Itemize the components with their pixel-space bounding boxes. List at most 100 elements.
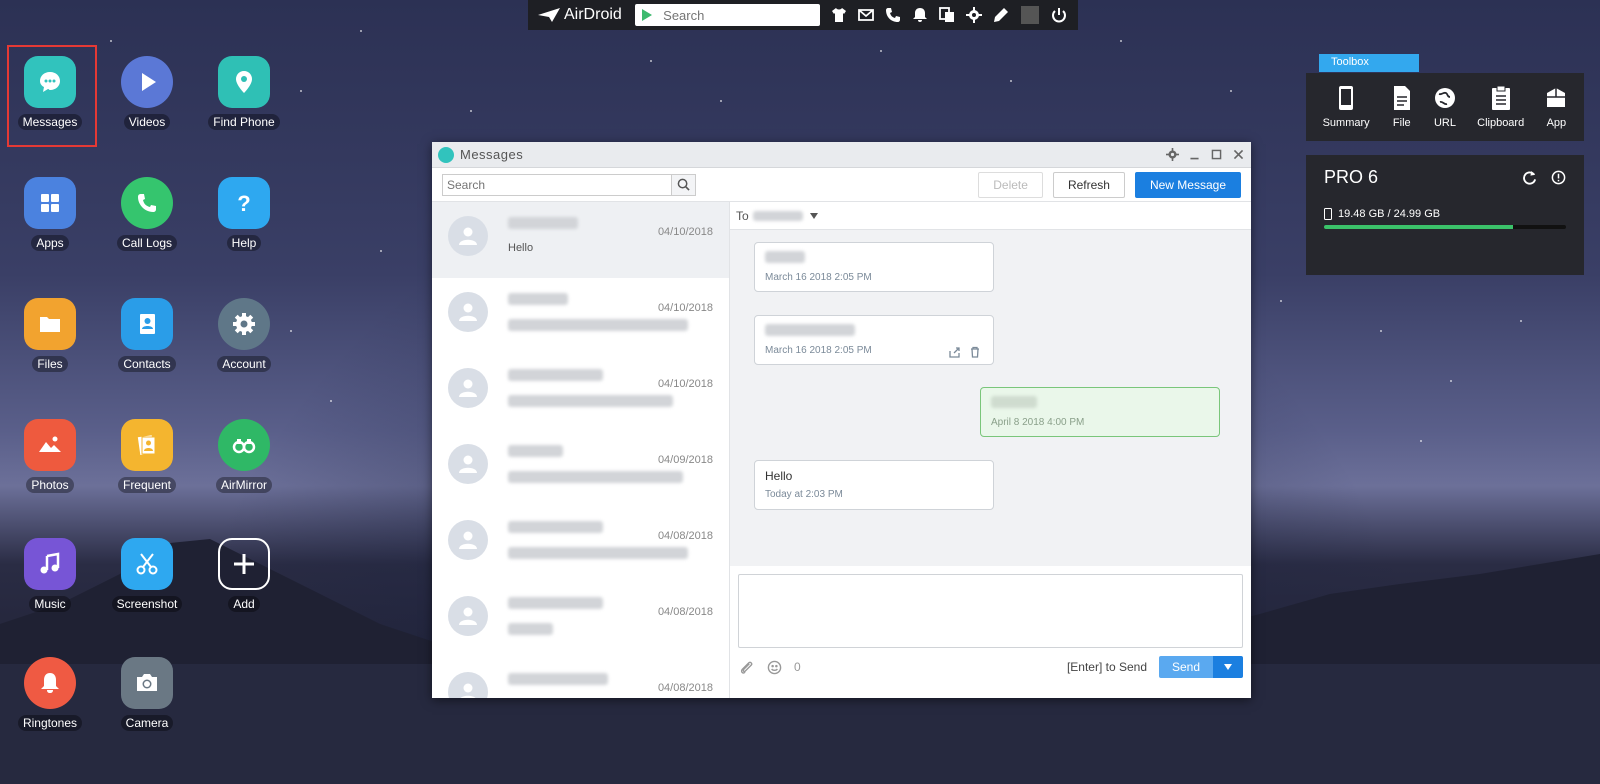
storage-text: 19.48 GB / 24.99 GB [1338,208,1441,220]
app-add[interactable]: Add [196,528,292,628]
top-search-input[interactable] [663,7,814,23]
message-input[interactable] [738,574,1243,648]
message-bubble-outgoing[interactable]: April 8 2018 4:00 PM [980,387,1220,437]
contacts-icon [121,298,173,350]
app-apps[interactable]: Apps [2,167,98,267]
message-bubble-incoming[interactable]: Hello Today at 2:03 PM [754,460,994,510]
app-label: Call Logs [116,235,178,251]
messages-toolbar: Delete Refresh New Message [432,168,1251,202]
app-videos[interactable]: Videos [99,46,195,146]
app-contacts[interactable]: Contacts [99,288,195,388]
tool-app[interactable]: App [1545,85,1567,129]
send-button[interactable]: Send [1159,656,1213,678]
gear-icon[interactable] [965,6,983,24]
refresh-icon[interactable] [1522,170,1537,185]
new-message-button[interactable]: New Message [1134,171,1241,198]
trash-icon[interactable] [969,346,981,358]
delete-button[interactable]: Delete [978,171,1043,198]
brand-name: AirDroid [564,6,622,23]
tool-file[interactable]: File [1391,85,1413,129]
minimize-icon[interactable] [1187,148,1201,162]
app-find-phone[interactable]: Find Phone [196,46,292,146]
message-bubble-incoming[interactable]: March 16 2018 2:05 PM [754,315,994,365]
tshirt-icon[interactable] [830,6,848,24]
emoji-icon[interactable] [766,659,782,675]
send-options-chevron-icon[interactable] [1213,656,1243,678]
edit-icon[interactable] [992,6,1010,24]
chevron-down-icon[interactable] [809,212,819,220]
contact-name-redacted [508,597,603,609]
app-call-logs[interactable]: Call Logs [99,167,195,267]
app-ringtones[interactable]: Ringtones [2,647,98,747]
window-title: Messages [460,147,524,162]
mail-icon[interactable] [857,6,875,24]
app-messages[interactable]: Messages [2,46,98,146]
chat-icon [24,56,76,108]
conversation-item[interactable]: 04/10/2018 [432,354,729,430]
conversation-item[interactable]: 04/08/2018 [432,506,729,582]
phone-icon[interactable] [884,6,902,24]
attachment-icon[interactable] [738,659,754,675]
refresh-button[interactable]: Refresh [1052,171,1125,198]
info-icon[interactable] [1551,170,1566,185]
airdroid-logo: AirDroid [538,6,631,24]
avatar [448,216,488,256]
power-icon[interactable] [1050,6,1068,24]
svg-text:?: ? [237,191,250,216]
conversation-item[interactable]: 04/10/2018 [432,278,729,354]
app-label: Contacts [118,356,176,372]
message-bubble-incoming[interactable]: March 16 2018 2:05 PM [754,242,994,292]
app-files[interactable]: Files [2,288,98,388]
bell-icon[interactable] [911,6,929,24]
message-text: Hello [765,469,793,483]
contact-name-redacted [508,369,603,381]
close-icon[interactable] [1231,148,1245,162]
search-icon[interactable] [671,174,695,195]
conversation-date: 04/10/2018 [657,378,713,390]
recipient-bar[interactable]: To [730,202,1251,230]
app-help[interactable]: ? Help [196,167,292,267]
app-label: Account [217,356,271,372]
contact-name-redacted [508,217,578,229]
enter-to-send-hint: [Enter] to Send [1066,660,1147,674]
tool-label: App [1546,117,1567,129]
app-screenshot[interactable]: Screenshot [99,528,195,628]
app-label: Photos [26,477,74,493]
screens-icon[interactable] [938,6,956,24]
app-camera[interactable]: Camera [99,647,195,747]
conversation-list: Hello 04/10/2018 04/10/2018 04/10/2018 0… [432,202,730,698]
storage-info: 19.48 GB / 24.99 GB [1324,208,1566,220]
message-time: April 8 2018 4:00 PM [991,417,1085,428]
tool-clipboard[interactable]: Clipboard [1477,85,1524,129]
tool-url[interactable]: URL [1434,85,1456,129]
window-titlebar[interactable]: Messages [432,142,1251,168]
phone-icon [121,177,173,229]
play-store-icon [642,9,653,21]
preview-redacted [508,395,673,407]
app-account[interactable]: Account [196,288,292,388]
share-icon[interactable] [949,346,961,358]
conversation-date: 04/08/2018 [657,606,713,618]
device-name: PRO 6 [1324,167,1379,187]
app-music[interactable]: Music [2,528,98,628]
question-icon: ? [218,177,270,229]
app-label: Files [32,356,68,372]
conversation-item[interactable]: Hello 04/10/2018 [432,202,729,278]
maximize-icon[interactable] [1209,148,1223,162]
conversation-item[interactable]: 04/08/2018 [432,658,729,698]
settings-gear-icon[interactable] [1165,148,1179,162]
toolbox-tab[interactable]: Toolbox [1319,54,1419,72]
app-photos[interactable]: Photos [2,409,98,509]
conversation-item[interactable]: 04/09/2018 [432,430,729,506]
phone-storage-icon [1324,208,1332,220]
app-airmirror[interactable]: AirMirror [196,409,292,509]
preview-redacted [508,319,688,331]
app-label: Apps [31,235,69,251]
message-area: March 16 2018 2:05 PM March 16 2018 2:05… [730,230,1251,566]
paper-plane-icon [538,8,560,22]
tool-summary[interactable]: Summary [1323,85,1370,129]
conversation-item[interactable]: 04/08/2018 [432,582,729,658]
top-search-box[interactable] [635,4,820,26]
app-frequent[interactable]: Frequent [99,409,195,509]
conversation-search-input[interactable] [443,174,671,195]
